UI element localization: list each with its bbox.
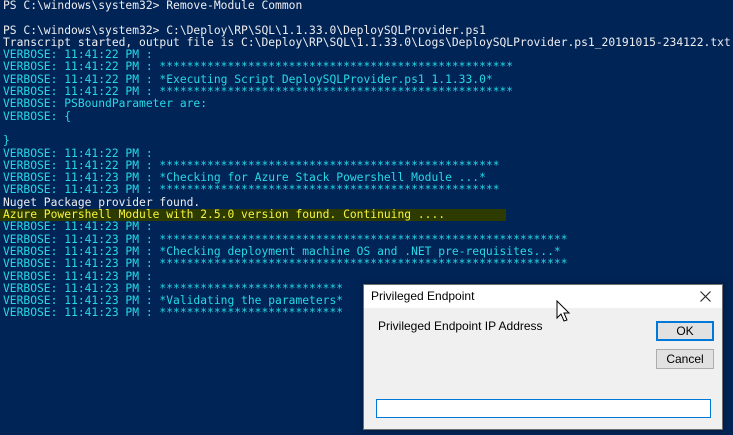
console-line-text: PS C:\windows\system32> Remove-Module Co… <box>3 0 303 12</box>
console-line-text: VERBOSE: 11:41:23 PM : *****************… <box>3 183 500 197</box>
cancel-button[interactable]: Cancel <box>656 349 714 369</box>
console-line-text: VERBOSE: 11:41:23 PM : *Checking deploym… <box>3 244 561 258</box>
console-line-text: Transcript started, output file is C:\De… <box>3 35 731 49</box>
ip-address-input[interactable] <box>376 399 711 418</box>
close-icon[interactable] <box>688 285 722 308</box>
dialog-title: Privileged Endpoint <box>371 289 475 303</box>
console-line-text: VERBOSE: 11:41:22 PM : *****************… <box>3 85 514 99</box>
console-line-text: PS C:\windows\system32> C:\Deploy\RP\SQL… <box>3 23 486 37</box>
console-line: VERBOSE: PSBoundParameter are: <box>3 98 733 110</box>
console-line-text: } <box>3 134 10 148</box>
console-line-text: VERBOSE: 11:41:22 PM : *****************… <box>3 60 514 74</box>
console-line-text: VERBOSE: 11:41:23 PM : <box>3 269 153 283</box>
dialog-prompt-label: Privileged Endpoint IP Address <box>378 319 543 333</box>
console-line-text: VERBOSE: { <box>3 109 72 123</box>
console-line-text: VERBOSE: 11:41:23 PM : <box>3 220 153 234</box>
console-line-text: VERBOSE: 11:41:22 PM : <box>3 48 153 62</box>
console-line-text: VERBOSE: 11:41:23 PM : *****************… <box>3 232 568 246</box>
console-line: PS C:\windows\system32> Remove-Module Co… <box>3 0 733 12</box>
console-line-text: VERBOSE: 11:41:23 PM : *****************… <box>3 306 344 320</box>
console-line-text: VERBOSE: 11:41:23 PM : *****************… <box>3 281 344 295</box>
ok-button[interactable]: OK <box>656 321 714 341</box>
console-line-text: Nuget Package provider found. <box>3 195 201 209</box>
console-line: VERBOSE: { <box>3 109 733 123</box>
console-line-text: VERBOSE: PSBoundParameter are: <box>3 97 208 111</box>
console-line-text: VERBOSE: 11:41:23 PM : *****************… <box>3 257 568 271</box>
mouse-pointer-icon <box>556 300 571 322</box>
privileged-endpoint-dialog: Privileged Endpoint Privileged Endpoint … <box>363 284 723 430</box>
dialog-titlebar[interactable]: Privileged Endpoint <box>364 285 722 308</box>
console-line-text: VERBOSE: 11:41:22 PM : <box>3 146 153 160</box>
console-line-text: VERBOSE: 11:41:22 PM : *****************… <box>3 158 500 172</box>
console-line-text: VERBOSE: 11:41:23 PM : *Checking for Azu… <box>3 171 486 185</box>
console-line-text: VERBOSE: 11:41:23 PM : *Validating the p… <box>3 294 344 308</box>
console-line-text: VERBOSE: 11:41:22 PM : *Executing Script… <box>3 72 493 86</box>
